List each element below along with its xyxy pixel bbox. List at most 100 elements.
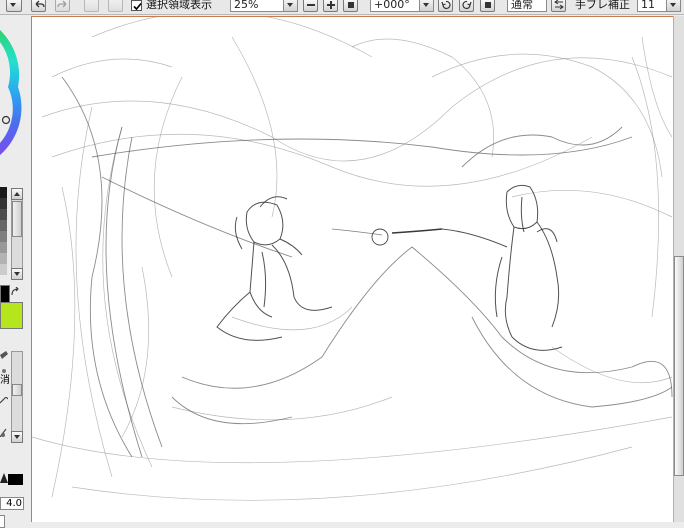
sketch-stroke: [61, 76, 133, 458]
stabilizer-value: 11: [641, 0, 655, 11]
sketch-stroke: [231, 36, 278, 218]
selection-display-checkbox[interactable]: [131, 0, 142, 11]
shade-swatch[interactable]: [0, 209, 7, 220]
drawing-canvas[interactable]: [31, 16, 673, 522]
sketch-stroke: [102, 126, 153, 468]
scroll-down-button[interactable]: [11, 268, 23, 280]
swap-colors-icon[interactable]: [11, 287, 21, 297]
stabilizer-label: 手ブレ補正: [575, 0, 630, 11]
zoom-value: 25%: [234, 0, 259, 11]
sketch-stroke: [41, 57, 673, 162]
redo-button[interactable]: [55, 0, 70, 12]
sketch-stroke: [231, 306, 353, 331]
secondary-color-swatch[interactable]: [0, 302, 23, 329]
sketch-stroke: [51, 133, 593, 187]
rotate-left-button[interactable]: [438, 0, 453, 12]
zoom-out-icon: [307, 4, 315, 6]
sketch-stroke: [351, 38, 495, 158]
stabilizer-select[interactable]: 11: [637, 0, 681, 12]
sketch-stroke: [181, 246, 673, 398]
tool-scrollbar[interactable]: [11, 351, 23, 443]
top-toolbar: 選択領域表示 25% +000° 通常 手ブレ補正 11: [0, 0, 684, 15]
chevron-down-icon: [283, 0, 297, 11]
zoom-out-button[interactable]: [303, 0, 318, 12]
sketch-stroke: [371, 228, 389, 246]
sketch-stroke: [105, 126, 143, 458]
sketch-stroke: [511, 336, 563, 351]
clear-button[interactable]: [108, 0, 123, 12]
brush-tip-icons[interactable]: [0, 397, 8, 437]
redo-icon: [57, 0, 67, 8]
shade-swatch[interactable]: [0, 187, 7, 198]
rotate-reset-icon: [485, 2, 491, 8]
rotate-right-button[interactable]: [459, 0, 474, 12]
sketch-stroke: [279, 238, 303, 256]
scroll-thumb[interactable]: [674, 256, 684, 476]
menu-dropdown-button[interactable]: [6, 0, 22, 12]
sketch-stroke: [471, 316, 673, 408]
brush-shape-icon[interactable]: [0, 473, 8, 483]
sketch-stroke: [551, 346, 673, 383]
sketch-stroke: [216, 291, 283, 341]
shade-swatch[interactable]: [0, 220, 7, 231]
shade-swatch[interactable]: [0, 253, 7, 264]
sketch-stroke: [91, 136, 633, 158]
scroll-up-button[interactable]: [11, 188, 23, 200]
zoom-in-button[interactable]: [323, 0, 338, 12]
deselect-button[interactable]: [84, 0, 99, 12]
sketch-stroke: [520, 196, 525, 233]
sketch-stroke: [121, 136, 163, 448]
sketch-stroke: [51, 58, 173, 78]
sketch-stroke: [71, 446, 633, 501]
zoom-reset-button[interactable]: [343, 0, 358, 12]
shade-swatch[interactable]: [0, 264, 7, 275]
sketch-artwork: [32, 17, 673, 501]
sketch-stroke: [511, 190, 673, 218]
sketch-stroke: [153, 76, 183, 278]
sketch-stroke: [504, 226, 515, 338]
tool-label: 消: [0, 375, 10, 386]
undo-icon: [35, 0, 45, 8]
sketch-stroke: [441, 228, 508, 248]
sketch-stroke: [75, 106, 113, 478]
sketch-stroke: [631, 56, 659, 318]
flip-horizontal-icon: [554, 0, 564, 10]
sketch-stroke: [121, 266, 149, 438]
sketch-stroke: [249, 241, 273, 318]
zoom-select[interactable]: 25%: [230, 0, 298, 12]
zoom-reset-icon: [348, 2, 354, 8]
blend-mode-value: 通常: [511, 0, 533, 11]
shade-swatch[interactable]: [0, 198, 7, 209]
zoom-in-icon: [327, 1, 335, 9]
scroll-thumb[interactable]: [12, 384, 22, 396]
flip-horizontal-button[interactable]: [551, 0, 566, 12]
sketch-stroke: [261, 251, 267, 308]
sketch-stroke: [234, 216, 243, 250]
selection-display-label: 選択領域表示: [146, 0, 212, 11]
rotate-left-icon: [441, 0, 451, 9]
undo-button[interactable]: [31, 0, 46, 12]
brush-texture-swatch[interactable]: [8, 474, 23, 485]
blend-mode-select[interactable]: 通常: [507, 0, 547, 12]
sketch-stroke: [391, 228, 443, 234]
sketch-stroke: [494, 256, 503, 318]
palette-scrollbar[interactable]: [11, 188, 23, 280]
sketch-stroke: [51, 186, 76, 498]
rotate-reset-button[interactable]: [480, 0, 495, 12]
shade-swatch[interactable]: [0, 231, 7, 242]
rotation-select[interactable]: +000°: [370, 0, 434, 12]
checkmark-icon: [133, 2, 142, 11]
color-wheel[interactable]: [0, 15, 31, 165]
sketch-stroke: [171, 396, 393, 421]
scroll-thumb[interactable]: [12, 201, 22, 237]
canvas-vertical-scrollbar[interactable]: [673, 16, 684, 522]
shade-swatch[interactable]: [0, 242, 7, 253]
sketch-stroke: [431, 53, 663, 178]
left-tool-panel: 消 4.0: [0, 15, 31, 528]
chevron-down-icon: [666, 0, 680, 11]
chevron-down-icon: [419, 0, 433, 11]
brush-size-value: 4.0: [6, 498, 22, 509]
scroll-down-button[interactable]: [11, 431, 23, 443]
sketch-stroke: [331, 228, 383, 236]
brush-size-field[interactable]: 4.0: [0, 497, 24, 510]
